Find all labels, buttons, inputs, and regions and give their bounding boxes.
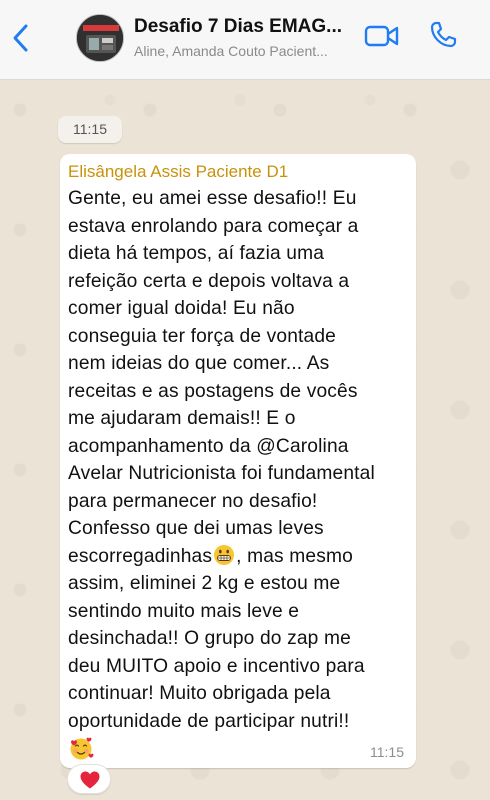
- message-text: Gente, eu amei esse desafio!! Eu estava …: [68, 185, 408, 766]
- group-avatar[interactable]: [76, 14, 124, 62]
- chat-header: Desafio 7 Dias EMAG... Aline, Amanda Cou…: [0, 0, 490, 80]
- chevron-left-icon[interactable]: [8, 20, 34, 56]
- message-text-part-2: , mas mesmo assim, eliminei 2 kg e estou…: [68, 545, 365, 732]
- message-text-part-1: Gente, eu amei esse desafio!! Eu estava …: [68, 188, 375, 567]
- grimacing-face-emoji-icon: [214, 544, 235, 565]
- message-bubble[interactable]: Elisângela Assis Paciente D1 Gente, eu a…: [60, 154, 416, 768]
- video-call-icon[interactable]: [364, 22, 400, 50]
- red-heart-icon: [80, 771, 100, 789]
- message-reaction[interactable]: [67, 764, 111, 794]
- message-timestamp: 11:15: [370, 744, 404, 760]
- chat-participants: Aline, Amanda Couto Pacient...: [134, 43, 328, 59]
- date-separator: 11:15: [58, 116, 122, 143]
- chat-title[interactable]: Desafio 7 Dias EMAG...: [134, 16, 354, 38]
- phone-icon[interactable]: [428, 20, 458, 50]
- message-sender[interactable]: Elisângela Assis Paciente D1: [68, 162, 408, 182]
- smiling-face-with-hearts-emoji-icon: [70, 737, 94, 760]
